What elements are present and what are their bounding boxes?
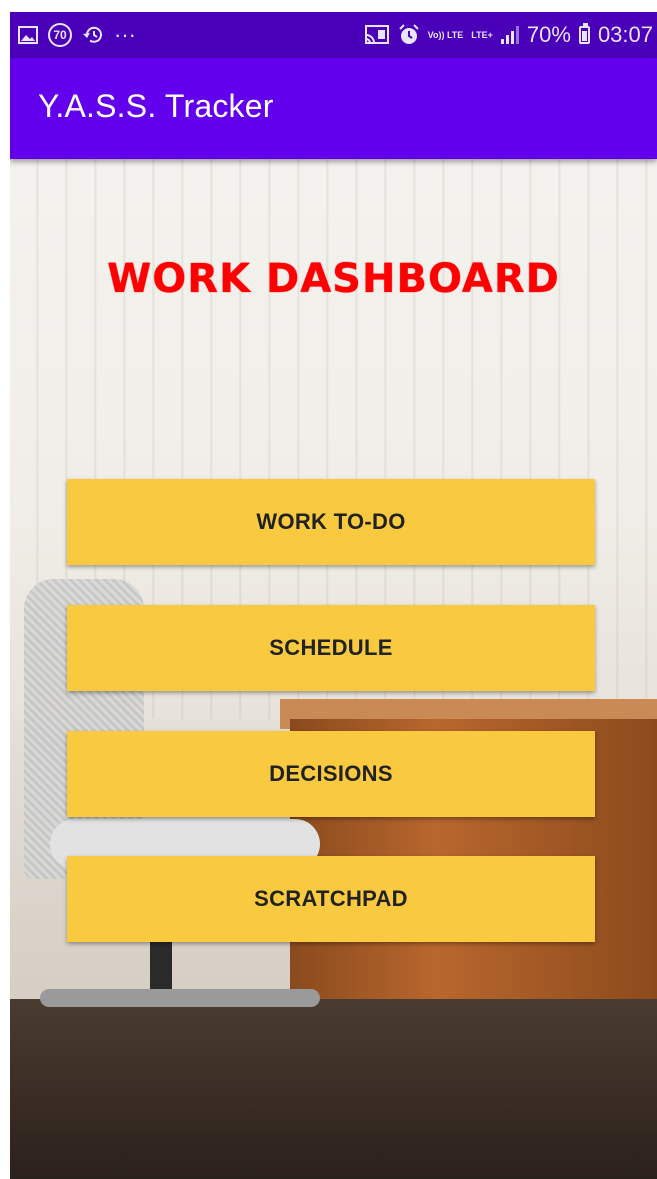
cast-icon: [364, 25, 390, 45]
status-time: 03:07: [597, 22, 653, 47]
app-title: Y.A.S.S. Tracker: [38, 88, 274, 124]
status-right: Vo)) LTE LTE+ 70% 03:07: [364, 22, 657, 48]
more-dots-icon: ···: [114, 22, 136, 47]
dashboard-heading: WORK DASHBOARD: [107, 256, 560, 302]
background-floor: [10, 999, 657, 1179]
data-saver-70-icon: 70: [48, 23, 72, 47]
volte-icon: Vo)) LTE: [427, 30, 464, 40]
decisions-button[interactable]: DECISIONS: [67, 731, 595, 817]
scratchpad-button[interactable]: SCRATCHPAD: [67, 856, 595, 942]
history-icon: [82, 25, 104, 45]
alarm-icon: [398, 24, 420, 46]
schedule-button[interactable]: SCHEDULE: [67, 605, 595, 691]
work-todo-button[interactable]: WORK TO-DO: [67, 479, 595, 565]
background-chair-base: [40, 989, 320, 1007]
battery-percent: 70%: [526, 22, 571, 47]
status-left: 70 ···: [10, 22, 136, 48]
image-icon: [18, 26, 38, 44]
dashboard-content: WORK DASHBOARD WORK TO-DO SCHEDULE DECIS…: [10, 159, 657, 1179]
lte-plus-icon: LTE+: [471, 30, 493, 40]
app-bar: Y.A.S.S. Tracker: [10, 58, 657, 159]
signal-icon: [500, 26, 519, 44]
phone-screen: 70 ··· Vo)) LTE LTE+ 70% 03:07 Y.A.S.S. …: [10, 12, 657, 1179]
battery-icon: [578, 23, 590, 44]
status-bar: 70 ··· Vo)) LTE LTE+ 70% 03:07: [10, 12, 657, 58]
